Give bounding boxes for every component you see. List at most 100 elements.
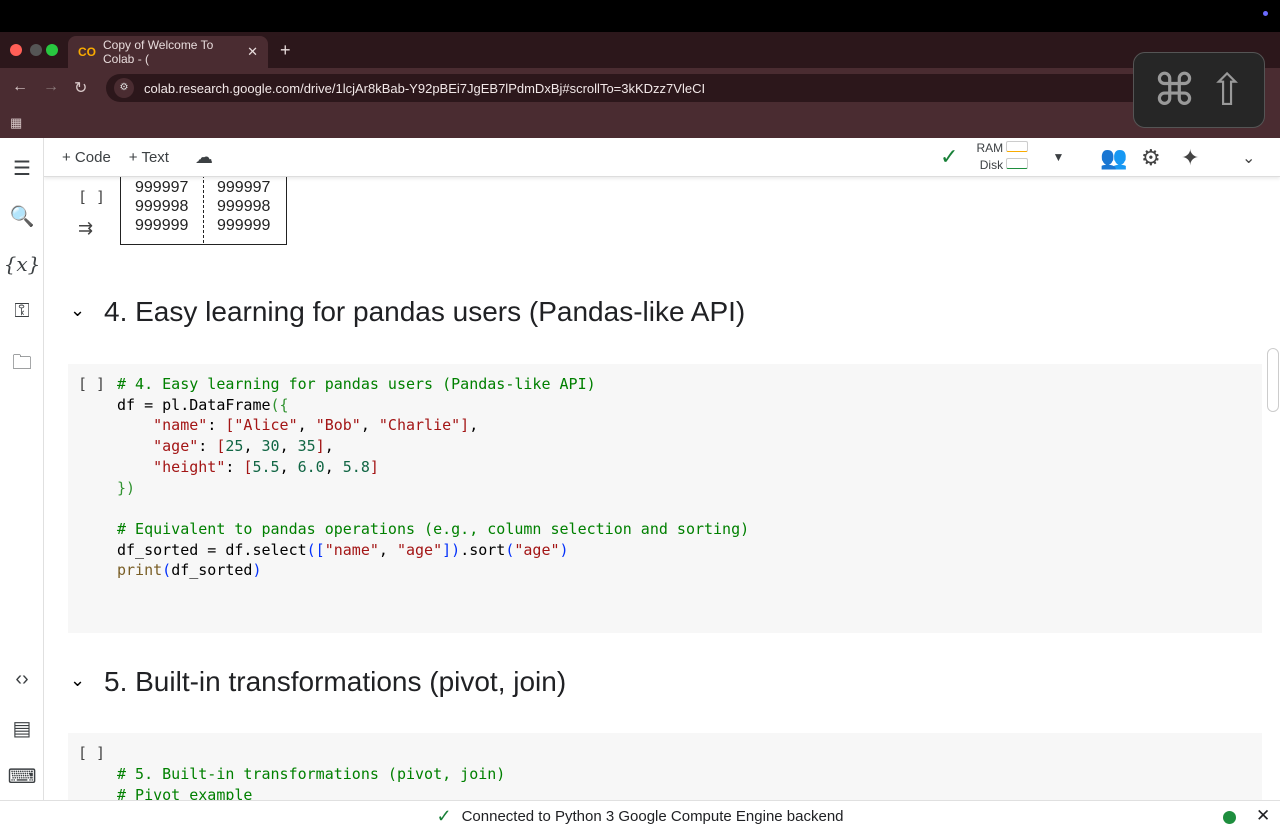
files-folder-icon[interactable]: 🗀 [0,348,44,382]
keyboard-shortcut-overlay: ⌘ ⇧ [1133,52,1265,128]
close-status-icon[interactable]: ✕ [1256,806,1270,826]
code-line: "age": [25, 30, 35], [117,436,749,457]
code-token: , [279,457,298,476]
code-token: "name" [324,540,379,559]
output-column-2: 999997 999998 999999 [217,178,270,235]
secrets-key-icon[interactable]: ⚿ [0,300,44,323]
add-code-button[interactable]: + Code [62,149,111,166]
connected-check-icon: ✓ [940,144,959,169]
code-token: 25 [225,437,244,456]
status-bar: ✓ Connected to Python 3 Google Compute E… [0,800,1280,832]
cell: 999998 [217,198,271,215]
code-line: print(df_sorted) [117,560,749,581]
code-token: "age" [514,540,560,559]
apps-grid-icon[interactable]: ▦ [10,115,22,131]
code-token: .sort [460,540,506,559]
output-table: 999997 999998 999999 999997 999998 999999 [120,170,287,245]
output-column-1: 999997 999998 999999 [135,178,188,235]
find-icon[interactable]: 🔍 [0,204,44,229]
settings-gear-icon[interactable]: ⚙ [1141,145,1161,171]
code-token: print [117,561,163,580]
code-token: ({ [270,395,289,414]
runtime-dropdown-icon[interactable]: ▼ [1052,150,1064,164]
code-cell[interactable]: [ ] # 5. Built-in transformations (pivot… [68,733,1262,804]
section-heading: 4. Easy learning for pandas users (Panda… [104,296,746,327]
code-line: df = pl.DataFrame({ [117,395,749,416]
code-token: "name" [153,416,208,435]
code-token: ) [252,561,262,580]
code-line: }) [117,478,749,499]
site-settings-icon[interactable]: ⚙ [114,78,134,98]
resource-indicator[interactable]: ✓ RAM Disk ▼ [940,140,1064,174]
code-token: ([ [306,540,325,559]
output-toggle-icon[interactable]: ⇉ [78,218,93,239]
code-line: # 4. Easy learning for pandas users (Pan… [117,374,749,395]
system-bar [0,0,1280,32]
code-token: , [324,437,334,456]
code-token: ] [315,437,325,456]
column-divider [203,170,204,243]
code-token: ) [559,540,569,559]
indicator-dot [1263,11,1268,16]
scrollbar-thumb[interactable] [1267,348,1279,412]
status-text: Connected to Python 3 Google Compute Eng… [461,808,844,825]
close-tab-icon[interactable]: ✕ [247,44,258,60]
code-token: # 4. Easy learning for pandas users (Pan… [117,375,596,393]
variables-icon[interactable]: {x} [0,252,44,276]
run-cell-bracket[interactable]: [ ] [78,375,105,393]
cell: 999999 [217,217,271,234]
code-token: 5.8 [342,457,370,476]
code-snippets-icon[interactable]: ‹› [0,668,44,691]
code-token: 6.0 [297,457,325,476]
cell: 999999 [135,217,189,234]
reload-icon[interactable]: ↻ [74,78,87,98]
collapse-chevron-icon[interactable]: ⌄ [1242,148,1255,168]
url-input[interactable]: ⚙ colab.research.google.com/drive/1lcjAr… [106,74,1166,102]
code-token: df_sorted = df.select [117,540,307,559]
bookmarks-bar [0,108,1280,138]
run-cell-bracket[interactable]: [ ] [78,188,105,206]
code-token: ] [369,457,379,476]
tab-title: Copy of Welcome To Colab - ( [103,38,214,66]
code-token: , [243,437,262,456]
colab-toolbar: + Code + Text ☁ [44,138,1280,177]
share-people-icon[interactable]: 👥 [1100,145,1127,171]
code-token: , [360,416,379,435]
code-token: # 5. Built-in transformations (pivot, jo… [117,765,506,783]
code-token: "height" [153,457,226,476]
colab-logo-icon: CO [78,45,96,59]
gemini-sparkle-icon[interactable]: ✦ [1181,145,1199,171]
minimize-window-button[interactable] [30,44,42,56]
cloud-saved-icon[interactable]: ☁ [195,147,213,168]
code-token: ( [162,561,172,580]
code-cell[interactable]: [ ] # 4. Easy learning for pandas users … [68,364,1262,633]
run-cell-bracket[interactable]: [ ] [78,744,105,762]
collapse-section-chevron-icon[interactable]: ⌄ [70,670,85,691]
code-token: }) [117,478,136,497]
code-token: "Charlie"] [378,416,470,435]
back-icon[interactable]: ← [12,78,28,96]
command-palette-icon[interactable]: ▤ [0,716,44,741]
ram-label: RAM [976,141,1004,155]
close-window-button[interactable] [10,44,22,56]
code-editor[interactable]: # 4. Easy learning for pandas users (Pan… [117,374,749,581]
cell: 999997 [135,179,189,196]
terminal-icon[interactable]: ⌨ [0,764,44,789]
add-text-button[interactable]: + Text [129,149,169,166]
forward-icon[interactable]: → [43,78,59,96]
code-token: , [297,416,316,435]
new-tab-button[interactable]: + [280,40,291,61]
maximize-window-button[interactable] [46,44,58,56]
code-token: ]) [442,540,461,559]
code-line: "name": ["Alice", "Bob", "Charlie"], [117,415,749,436]
left-sidebar: ☰ 🔍 {x} ⚿ 🗀 ‹› ▤ ⌨ [0,138,44,800]
table-of-contents-icon[interactable]: ☰ [0,156,44,181]
code-token: ["Alice" [225,416,298,435]
browser-tab[interactable]: CO Copy of Welcome To Colab - ( ✕ [68,36,268,68]
code-token: : [198,437,217,456]
collapse-section-chevron-icon[interactable]: ⌄ [70,300,85,321]
code-line: "height": [5.5, 6.0, 5.8] [117,457,749,478]
code-token: : [207,416,226,435]
code-token: # Equivalent to pandas operations (e.g.,… [117,519,750,538]
code-line: ​ [117,498,749,519]
